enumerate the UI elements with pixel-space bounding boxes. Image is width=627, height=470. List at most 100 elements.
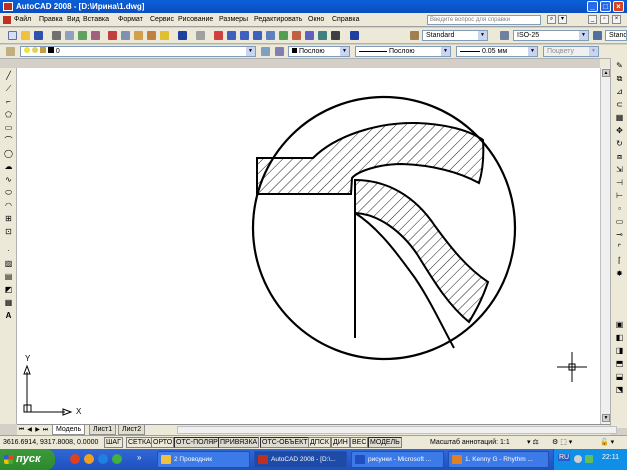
make-block-icon[interactable]: ⊡ xyxy=(3,227,14,237)
start-button[interactable]: пуск xyxy=(0,449,55,470)
drawing-canvas[interactable]: Y X xyxy=(17,68,600,424)
lock-toolbar-icon[interactable]: 🔓 ▾ xyxy=(600,438,614,446)
task-explorer[interactable]: 2 Проводник xyxy=(157,451,250,468)
help-search-icon[interactable]: ⌕ xyxy=(547,15,556,24)
construction-line-icon[interactable]: ⟋ xyxy=(3,84,14,94)
array-icon[interactable]: ▦ xyxy=(614,113,625,123)
rotate-icon[interactable]: ↻ xyxy=(614,139,625,149)
polyline-icon[interactable]: ⌐ xyxy=(3,97,14,107)
table-style-select[interactable]: Standard xyxy=(605,30,627,41)
break-icon[interactable]: ▭ xyxy=(614,217,625,227)
fillet-icon[interactable]: ⌈ xyxy=(614,256,625,266)
status-osnap-button[interactable]: ПРИВЯЗКА xyxy=(218,437,260,448)
quicklaunch-ie-icon[interactable] xyxy=(98,454,108,464)
spline-icon[interactable]: ∿ xyxy=(3,175,14,185)
document-icon[interactable] xyxy=(3,16,11,24)
menu-modify[interactable]: Редактировать xyxy=(254,16,302,23)
zoom-previous-icon[interactable] xyxy=(253,31,262,40)
offset-icon[interactable]: ⊂ xyxy=(614,100,625,110)
block-editor-icon[interactable] xyxy=(160,31,169,40)
doc-restore-button[interactable]: ▫ xyxy=(600,15,609,24)
zoom-window-icon[interactable] xyxy=(240,31,249,40)
insert-block-icon[interactable]: ⊞ xyxy=(3,214,14,224)
revision-cloud-icon[interactable]: ☁ xyxy=(3,162,14,172)
publish-icon[interactable] xyxy=(78,31,87,40)
status-snap-button[interactable]: ШАГ xyxy=(104,437,123,448)
scale-icon[interactable]: ⧈ xyxy=(614,152,625,162)
preview-icon[interactable] xyxy=(65,31,74,40)
table-icon[interactable]: ▦ xyxy=(3,298,14,308)
layer-previous-icon[interactable] xyxy=(275,47,284,56)
tool-palettes-icon[interactable] xyxy=(292,31,301,40)
menu-file[interactable]: Файл xyxy=(14,16,31,23)
send-under-icon[interactable]: ⬓ xyxy=(614,372,625,382)
3d-dwf-icon[interactable] xyxy=(91,31,100,40)
help-icon[interactable] xyxy=(350,31,359,40)
color-select[interactable]: Послою ▼ xyxy=(288,46,350,57)
status-lwt-button[interactable]: ВЕС xyxy=(350,437,369,448)
menu-view[interactable]: Вид xyxy=(67,16,80,23)
trim-icon[interactable]: ⊣ xyxy=(614,178,625,188)
task-music[interactable]: 1. Kenny G - Rhythm ... xyxy=(448,451,549,468)
stretch-icon[interactable]: ⇲ xyxy=(614,165,625,175)
tab-layout1[interactable]: Лист1 xyxy=(89,425,117,435)
status-otrack-button[interactable]: ОТС-ОБЪЕКТ xyxy=(260,437,310,448)
erase-icon[interactable]: ✎ xyxy=(614,61,625,71)
status-ortho-button[interactable]: ОРТО xyxy=(151,437,175,448)
horizontal-scrollbar[interactable] xyxy=(177,426,617,434)
status-model-button[interactable]: МОДЕЛЬ xyxy=(368,437,402,448)
table-style-icon[interactable] xyxy=(593,31,602,40)
break-at-point-icon[interactable]: ▫ xyxy=(614,204,625,214)
menu-dimension[interactable]: Размеры xyxy=(219,16,248,23)
ellipse-icon[interactable]: ⬭ xyxy=(3,188,14,198)
ellipse-arc-icon[interactable]: ◠ xyxy=(3,201,14,211)
region-icon[interactable]: ◩ xyxy=(3,285,14,295)
quicklaunch-more-icon[interactable]: » xyxy=(137,453,141,462)
polygon-icon[interactable]: ⬠ xyxy=(3,110,14,120)
maximize-button[interactable]: □ xyxy=(600,1,611,12)
sheet-set-icon[interactable] xyxy=(305,31,314,40)
menu-window[interactable]: Окно xyxy=(308,16,324,23)
tab-prev-icon[interactable]: ◀ xyxy=(26,426,33,434)
draw-order-icon[interactable]: ▣ xyxy=(614,320,625,330)
quicklaunch-media-icon[interactable] xyxy=(84,454,94,464)
explode-icon[interactable]: ✸ xyxy=(614,269,625,279)
scroll-up-icon[interactable]: ▲ xyxy=(602,69,610,77)
make-current-layer-icon[interactable] xyxy=(261,47,270,56)
doc-close-button[interactable]: × xyxy=(612,15,621,24)
bring-front-icon[interactable]: ◧ xyxy=(614,333,625,343)
join-icon[interactable]: ⊸ xyxy=(614,230,625,240)
dim-style-select[interactable]: ISO-25 ▼ xyxy=(513,30,589,41)
menu-draw[interactable]: Рисование xyxy=(178,16,213,23)
text-front-icon[interactable]: ⬔ xyxy=(614,385,625,395)
send-back-icon[interactable]: ◨ xyxy=(614,346,625,356)
copy-icon[interactable] xyxy=(121,31,130,40)
menu-format[interactable]: Формат xyxy=(118,16,143,23)
tab-first-icon[interactable]: ⏮ xyxy=(18,426,25,434)
status-ducs-button[interactable]: ДПСК xyxy=(308,437,331,448)
cut-icon[interactable] xyxy=(108,31,117,40)
scroll-down-icon[interactable]: ▼ xyxy=(602,414,610,422)
minimize-button[interactable]: _ xyxy=(587,1,598,12)
network-icon[interactable] xyxy=(585,455,593,463)
print-icon[interactable] xyxy=(52,31,61,40)
annotation-visibility-icon[interactable]: ▾ ⚖ xyxy=(527,438,539,446)
layer-manager-icon[interactable] xyxy=(6,47,15,56)
mirror-icon[interactable]: ⊿ xyxy=(614,87,625,97)
task-word[interactable]: рисунки - Microsoft ... xyxy=(351,451,444,468)
menu-edit[interactable]: Правка xyxy=(39,16,63,23)
task-autocad[interactable]: AutoCAD 2008 - [D:\... xyxy=(254,451,347,468)
line-icon[interactable]: ╱ xyxy=(3,71,14,81)
pan-icon[interactable] xyxy=(214,31,223,40)
help-dropdown-icon[interactable]: ▾ xyxy=(558,15,567,24)
multiline-text-icon[interactable]: A xyxy=(3,311,14,321)
quicklaunch-browser-icon[interactable] xyxy=(70,454,80,464)
design-center-icon[interactable] xyxy=(279,31,288,40)
paste-icon[interactable] xyxy=(134,31,143,40)
hatch-icon[interactable]: ▨ xyxy=(3,259,14,269)
bring-above-icon[interactable]: ⬒ xyxy=(614,359,625,369)
match-properties-icon[interactable] xyxy=(147,31,156,40)
markup-icon[interactable] xyxy=(318,31,327,40)
workspace-icon[interactable]: ⚙ ⬚ ▾ xyxy=(552,438,572,446)
extend-icon[interactable]: ⊢ xyxy=(614,191,625,201)
